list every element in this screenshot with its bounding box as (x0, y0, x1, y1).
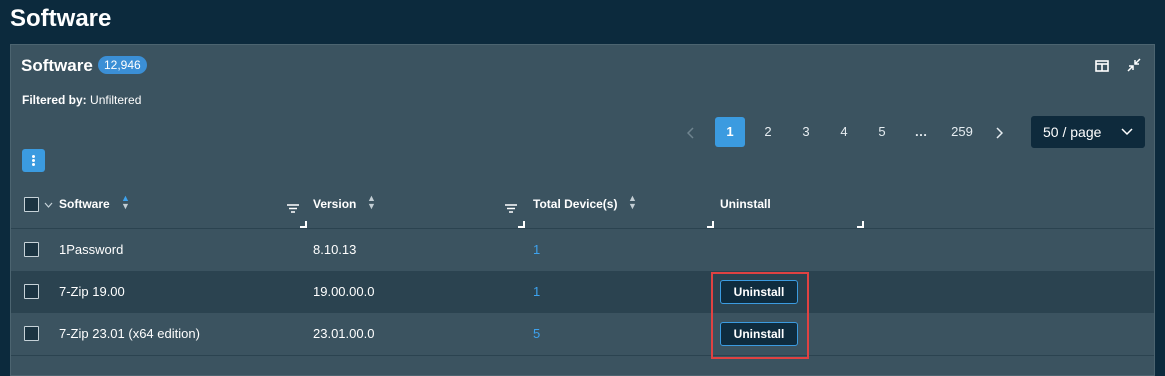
panel-title: Software (21, 56, 93, 75)
prev-page-button[interactable] (676, 117, 706, 147)
highlight-box (711, 272, 809, 359)
chevron-left-icon (686, 127, 694, 139)
page-title: Software (10, 5, 112, 32)
software-name: 7-Zip 23.01 (x64 edition) (59, 326, 200, 341)
column-total-devices[interactable]: Total Device(s) (533, 197, 617, 211)
chevron-down-icon[interactable] (44, 195, 53, 213)
row-checkbox[interactable] (24, 242, 39, 257)
page-1-button[interactable]: 1 (715, 117, 745, 147)
columns-icon[interactable] (1095, 59, 1109, 77)
page-4-button[interactable]: 4 (829, 117, 859, 147)
table-row: 1Password 8.10.13 1 (11, 229, 1154, 271)
chevron-down-icon (1121, 123, 1133, 139)
column-uninstall: Uninstall (720, 197, 771, 211)
software-version: 19.00.00.0 (313, 284, 375, 299)
page-3-button[interactable]: 3 (791, 117, 821, 147)
collapse-icon[interactable] (1127, 58, 1141, 77)
sort-icon[interactable]: ▲ ▼ (367, 194, 376, 211)
column-resize-handle[interactable] (857, 221, 864, 228)
software-panel: Software 12,946 Filtered by: Unfiltered … (10, 44, 1155, 376)
filter-icon[interactable] (505, 200, 517, 218)
device-count-link[interactable]: 1 (533, 242, 540, 257)
table-row: 7-Zip 19.00 19.00.00.0 1 Uninstall (11, 271, 1154, 313)
page-5-button[interactable]: 5 (867, 117, 897, 147)
software-version: 23.01.00.0 (313, 326, 375, 341)
row-checkbox[interactable] (24, 284, 39, 299)
sort-icon[interactable]: ▲ ▼ (121, 194, 130, 211)
page-ellipsis-button[interactable]: … (906, 117, 936, 147)
page-259-button[interactable]: 259 (947, 117, 977, 147)
filtered-label: Filtered by: (22, 93, 87, 107)
software-version: 8.10.13 (313, 242, 357, 257)
column-software[interactable]: Software (59, 197, 110, 211)
table-header: Software ▲ ▼ Version ▲ ▼ Total Device(s) ▲… (11, 180, 1154, 229)
filter-icon[interactable] (287, 200, 299, 218)
row-checkbox[interactable] (24, 326, 39, 341)
filter-status: Filtered by: Unfiltered (22, 93, 141, 107)
page-size-select[interactable]: 50 / page (1031, 116, 1145, 148)
column-resize-handle[interactable] (518, 221, 525, 228)
software-table: Software ▲ ▼ Version ▲ ▼ Total Device(s) ▲… (11, 180, 1154, 356)
sort-icon[interactable]: ▲ ▼ (628, 194, 637, 211)
device-count-link[interactable]: 5 (533, 326, 540, 341)
page-size-value: 50 / page (1043, 124, 1102, 140)
next-page-button[interactable] (984, 117, 1014, 147)
select-all-checkbox[interactable] (24, 197, 39, 212)
software-name: 7-Zip 19.00 (59, 284, 125, 299)
column-resize-handle[interactable] (707, 221, 714, 228)
kebab-menu-icon[interactable] (22, 149, 45, 172)
column-version[interactable]: Version (313, 197, 356, 211)
count-badge: 12,946 (98, 56, 147, 74)
chevron-right-icon (996, 127, 1004, 139)
table-row: 7-Zip 23.01 (x64 edition) 23.01.00.0 5 U… (11, 313, 1154, 356)
pagination: 1 2 3 4 5 … 259 (11, 117, 1021, 147)
page-2-button[interactable]: 2 (753, 117, 783, 147)
device-count-link[interactable]: 1 (533, 284, 540, 299)
software-name: 1Password (59, 242, 124, 257)
filtered-value: Unfiltered (90, 93, 142, 107)
column-resize-handle[interactable] (300, 221, 307, 228)
